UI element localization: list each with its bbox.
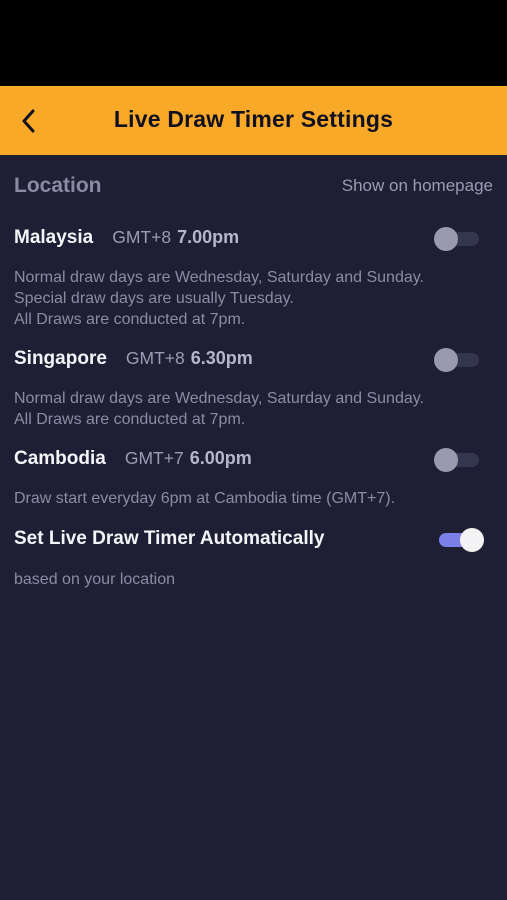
show-on-homepage-label: Show on homepage <box>341 176 493 195</box>
gmt-offset: GMT+8 <box>112 227 172 247</box>
subtitle-line: based on your location <box>14 571 175 588</box>
section-title: Location <box>14 174 102 197</box>
location-description: Draw start everyday 6pm at Cambodia time… <box>14 488 395 509</box>
toggle-knob <box>460 528 484 552</box>
toggle-knob <box>434 227 458 251</box>
description-line: Normal draw days are Wednesday, Saturday… <box>14 390 424 407</box>
location-description: Normal draw days are Wednesday, Saturday… <box>14 388 424 430</box>
description-line: Special draw days are usually Tuesday. <box>14 290 294 307</box>
auto-timer-title: Set Live Draw Timer Automatically <box>14 528 325 549</box>
description-line: All Draws are conducted at 7pm. <box>14 311 246 328</box>
toggle-knob <box>434 448 458 472</box>
malaysia-homepage-toggle[interactable] <box>434 227 481 251</box>
country-name: Cambodia <box>14 448 106 469</box>
header-bar: Live Draw Timer Settings <box>0 86 507 155</box>
country-name: Malaysia <box>14 227 94 248</box>
location-heading: Singapore GMT+8 6.30pm <box>14 348 253 370</box>
gmt-offset: GMT+8 <box>125 348 185 368</box>
location-description: Normal draw days are Wednesday, Saturday… <box>14 267 424 330</box>
draw-time: 6.00pm <box>189 448 252 468</box>
description-line: Normal draw days are Wednesday, Saturday… <box>14 269 424 286</box>
location-heading: Malaysia GMT+8 7.00pm <box>14 227 239 249</box>
cambodia-homepage-toggle[interactable] <box>434 448 481 472</box>
gmt-offset: GMT+7 <box>124 448 184 468</box>
auto-timer-subtitle: based on your location <box>14 569 175 590</box>
draw-time: 7.00pm <box>177 227 240 247</box>
location-section-header: Location Show on homepage <box>0 155 507 215</box>
location-heading: Cambodia GMT+7 6.00pm <box>14 448 252 470</box>
description-line: Draw start everyday 6pm at Cambodia time… <box>14 490 396 507</box>
page-title: Live Draw Timer Settings <box>113 106 394 132</box>
status-bar <box>0 0 507 86</box>
auto-timer-toggle[interactable] <box>437 528 484 552</box>
description-line: All Draws are conducted at 7pm. <box>14 411 246 428</box>
country-name: Singapore <box>14 348 107 369</box>
singapore-homepage-toggle[interactable] <box>434 348 481 372</box>
draw-time: 6.30pm <box>190 348 253 368</box>
toggle-knob <box>434 348 458 372</box>
